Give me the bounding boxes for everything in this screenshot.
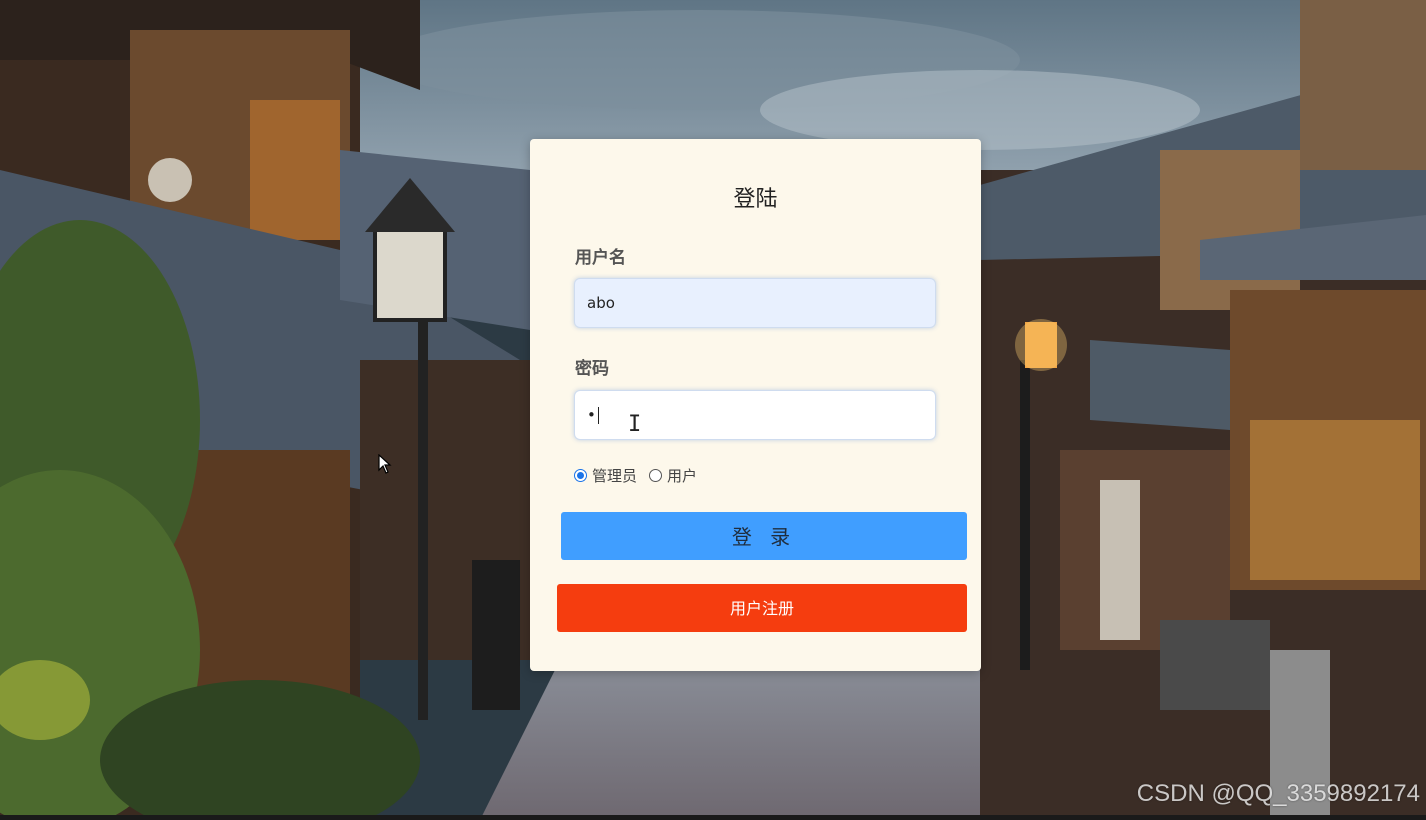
login-card: 登陆 用户名 abo 密码 • I 管理员 用户 登 录 用户注册 <box>530 139 981 671</box>
text-cursor-icon: I <box>628 412 642 437</box>
username-input[interactable]: abo <box>574 278 936 328</box>
register-button[interactable]: 用户注册 <box>557 584 967 632</box>
role-admin-radio[interactable] <box>574 469 587 482</box>
password-value: • <box>587 406 596 424</box>
username-value: abo <box>587 294 615 312</box>
password-label: 密码 <box>575 359 609 379</box>
mouse-pointer-icon <box>378 454 392 474</box>
text-caret <box>597 407 599 424</box>
role-user-label[interactable]: 用户 <box>667 465 697 486</box>
username-label: 用户名 <box>575 248 626 268</box>
watermark-text: CSDN @QQ_3359892174 <box>1136 780 1420 807</box>
role-user-radio[interactable] <box>649 469 663 482</box>
login-button[interactable]: 登 录 <box>561 512 967 560</box>
login-title: 登陆 <box>733 187 778 212</box>
role-radio-group: 管理员 用户 <box>574 465 709 486</box>
role-admin-label[interactable]: 管理员 <box>592 465 637 486</box>
